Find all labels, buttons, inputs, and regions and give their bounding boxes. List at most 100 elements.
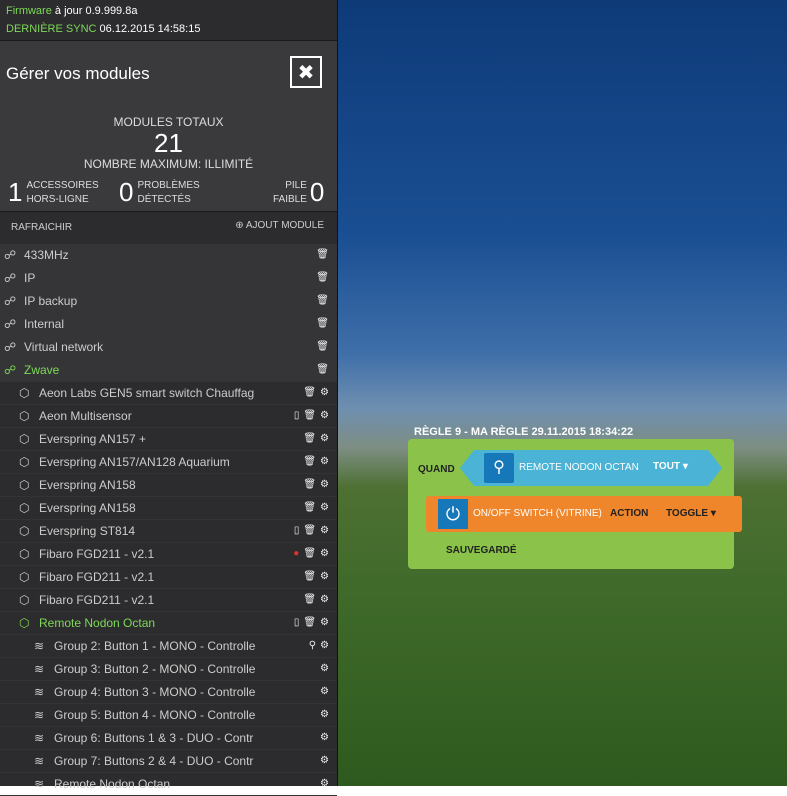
trash-icon[interactable]: 🗑 (303, 594, 316, 605)
action-label: ACTION (610, 508, 649, 519)
network-row[interactable]: ☍ Internal 🗑 (0, 313, 337, 336)
gear-icon[interactable]: ⚙ (320, 525, 329, 536)
module-list: ☍ 433MHz 🗑 ☍ IP 🗑 ☍ IP backup 🗑 ☍ Internal 🗑 ☍ Virtua… (0, 244, 337, 796)
gear-icon[interactable]: ⚙ (320, 755, 329, 766)
satellite-button[interactable]: ✖ (290, 56, 322, 88)
page-header: Gérer vos modules ✖ (0, 40, 337, 108)
trash-icon[interactable]: 🗑 (303, 548, 316, 559)
row-tools: ⚙ (316, 704, 329, 726)
gear-icon[interactable]: ⚙ (320, 456, 329, 467)
row-tools: 🗑 ⚙ (299, 474, 329, 496)
add-module-label: AJOUT MODULE (245, 220, 324, 231)
row-label: Everspring ST814 (39, 524, 136, 538)
device-row[interactable]: ⬡ Everspring AN158 🗑 ⚙ (0, 497, 337, 520)
row-tools: 🗑 (312, 359, 329, 381)
trash-icon[interactable]: 🗑 (303, 617, 316, 628)
trash-icon[interactable]: 🗑 (303, 433, 316, 444)
trash-icon[interactable]: 🗑 (303, 525, 316, 536)
group-row[interactable]: ≋ Group 7: Buttons 2 & 4 - DUO - Contr ⚙ (0, 750, 337, 773)
network-row[interactable]: ☍ IP backup 🗑 (0, 290, 337, 313)
trash-icon[interactable]: 🗑 (303, 410, 316, 421)
max-label: NOMBRE MAXIMUM: ILLIMITÉ (83, 157, 254, 171)
trash-icon[interactable]: 🗑 (316, 272, 329, 283)
network-icon: ☍ (4, 271, 17, 285)
device-row[interactable]: ⬡ Everspring ST814 ▯ 🗑 ⚙ (0, 520, 337, 543)
network-row[interactable]: ☍ Zwave 🗑 (0, 359, 337, 382)
trash-icon[interactable]: 🗑 (316, 364, 329, 375)
trigger-option: TOUT (653, 461, 681, 472)
action-device: ON/OFF SWITCH (VITRINE) (473, 508, 602, 519)
trash-icon[interactable]: 🗑 (316, 249, 329, 260)
gear-icon[interactable]: ⚙ (320, 594, 329, 605)
gear-icon[interactable]: ⚙ (320, 433, 329, 444)
device-row[interactable]: ⬡ Aeon Multisensor ▯ 🗑 ⚙ (0, 405, 337, 428)
battery-icon[interactable]: ▯ (294, 525, 300, 536)
device-row[interactable]: ⬡ Fibaro FGD211 - v2.1 🗑 ⚙ (0, 589, 337, 612)
device-row[interactable]: ⬡ Fibaro FGD211 - v2.1 🗑 ⚙ (0, 566, 337, 589)
battery-stat: PILE FAIBLE 0 (273, 177, 328, 208)
gear-icon[interactable]: ⚙ (320, 686, 329, 697)
trash-icon[interactable]: 🗑 (316, 318, 329, 329)
offline-line2: HORS-LIGNE (26, 193, 89, 205)
trash-icon[interactable]: 🗑 (303, 502, 316, 513)
cube-icon: ⬡ (19, 501, 30, 515)
battery-icon[interactable]: ▯ (294, 617, 300, 628)
trash-icon[interactable]: 🗑 (303, 571, 316, 582)
list-actions: RAFRAICHIR ⊕ AJOUT MODULE (0, 218, 337, 238)
trash-icon[interactable]: 🗑 (316, 341, 329, 352)
group-row[interactable]: ≋ Group 2: Button 1 - MONO - Controlle ⚲ ⚙ (0, 635, 337, 658)
gear-icon[interactable]: ⚙ (320, 640, 329, 651)
network-row[interactable]: ☍ IP 🗑 (0, 267, 337, 290)
rule-block[interactable]: QUAND ⚲ REMOTE NODON OCTAN TOUT ▾ ⏻ ON/O… (408, 439, 742, 569)
refresh-link[interactable]: RAFRAICHIR (11, 222, 72, 233)
layers-icon: ≋ (34, 731, 45, 745)
layers-icon: ≋ (34, 777, 45, 791)
row-tools: ⚙ (316, 773, 329, 795)
network-icon: ☍ (4, 363, 17, 377)
network-row[interactable]: ☍ 433MHz 🗑 (0, 244, 337, 267)
gear-icon[interactable]: ⚙ (320, 617, 329, 628)
action-option-dropdown[interactable]: TOGGLE ▾ (666, 508, 716, 519)
gear-icon[interactable]: ⚙ (320, 709, 329, 720)
device-row[interactable]: ⬡ Remote Nodon Octan ▯ 🗑 ⚙ (0, 612, 337, 635)
group-row[interactable]: ≋ Group 5: Button 4 - MONO - Controlle ⚙ (0, 704, 337, 727)
action-block[interactable]: ⏻ ON/OFF SWITCH (VITRINE) ACTION TOGGLE … (426, 496, 742, 532)
device-row[interactable]: ⬡ Fibaro FGD211 - v2.1 ● 🗑 ⚙ (0, 543, 337, 566)
group-row[interactable]: ≋ Group 3: Button 2 - MONO - Controlle ⚙ (0, 658, 337, 681)
gear-icon[interactable]: ⚙ (320, 387, 329, 398)
cube-icon: ⬡ (19, 570, 30, 584)
device-row[interactable]: ⬡ Everspring AN157 + 🗑 ⚙ (0, 428, 337, 451)
row-tools: 🗑 ⚙ (299, 382, 329, 404)
device-row[interactable]: ⬡ Aeon Labs GEN5 smart switch Chauffag 🗑 ⚙ (0, 382, 337, 405)
trash-icon[interactable]: 🗑 (303, 387, 316, 398)
saved-status: SAUVEGARDÉ (446, 545, 517, 556)
device-row[interactable]: ⬡ Everspring AN158 🗑 ⚙ (0, 474, 337, 497)
row-tools: 🗑 ⚙ (299, 566, 329, 588)
trash-icon[interactable]: 🗑 (303, 479, 316, 490)
device-row[interactable]: ⬡ Everspring AN157/AN128 Aquarium 🗑 ⚙ (0, 451, 337, 474)
gear-icon[interactable]: ⚙ (320, 410, 329, 421)
add-module-button[interactable]: ⊕ AJOUT MODULE (235, 220, 324, 231)
group-row[interactable]: ≋ Remote Nodon Octan ⚙ (0, 773, 337, 796)
group-row[interactable]: ≋ Group 4: Button 3 - MONO - Controlle ⚙ (0, 681, 337, 704)
gear-icon[interactable]: ⚙ (320, 778, 329, 789)
trigger-block[interactable]: ⚲ REMOTE NODON OCTAN TOUT ▾ (460, 450, 722, 486)
gear-icon[interactable]: ⚙ (320, 571, 329, 582)
gear-icon[interactable]: ⚙ (320, 502, 329, 513)
group-row[interactable]: ≋ Group 6: Buttons 1 & 3 - DUO - Contr ⚙ (0, 727, 337, 750)
trash-icon[interactable]: 🗑 (303, 456, 316, 467)
row-label: Aeon Multisensor (39, 409, 132, 423)
trash-icon[interactable]: 🗑 (316, 295, 329, 306)
network-row[interactable]: ☍ Virtual network 🗑 (0, 336, 337, 359)
layers-icon: ≋ (34, 754, 45, 768)
gear-icon[interactable]: ⚙ (320, 732, 329, 743)
cube-icon: ⬡ (19, 455, 30, 469)
gear-icon[interactable]: ⚙ (320, 548, 329, 559)
gear-icon[interactable]: ⚙ (320, 479, 329, 490)
trigger-option-dropdown[interactable]: TOUT ▾ (653, 461, 688, 472)
row-tools: ▯ 🗑 ⚙ (290, 612, 329, 634)
network-icon: ☍ (4, 340, 17, 354)
gear-icon[interactable]: ⚙ (320, 663, 329, 674)
pin-icon[interactable]: ⚲ (309, 640, 316, 651)
battery-icon[interactable]: ▯ (294, 410, 300, 421)
